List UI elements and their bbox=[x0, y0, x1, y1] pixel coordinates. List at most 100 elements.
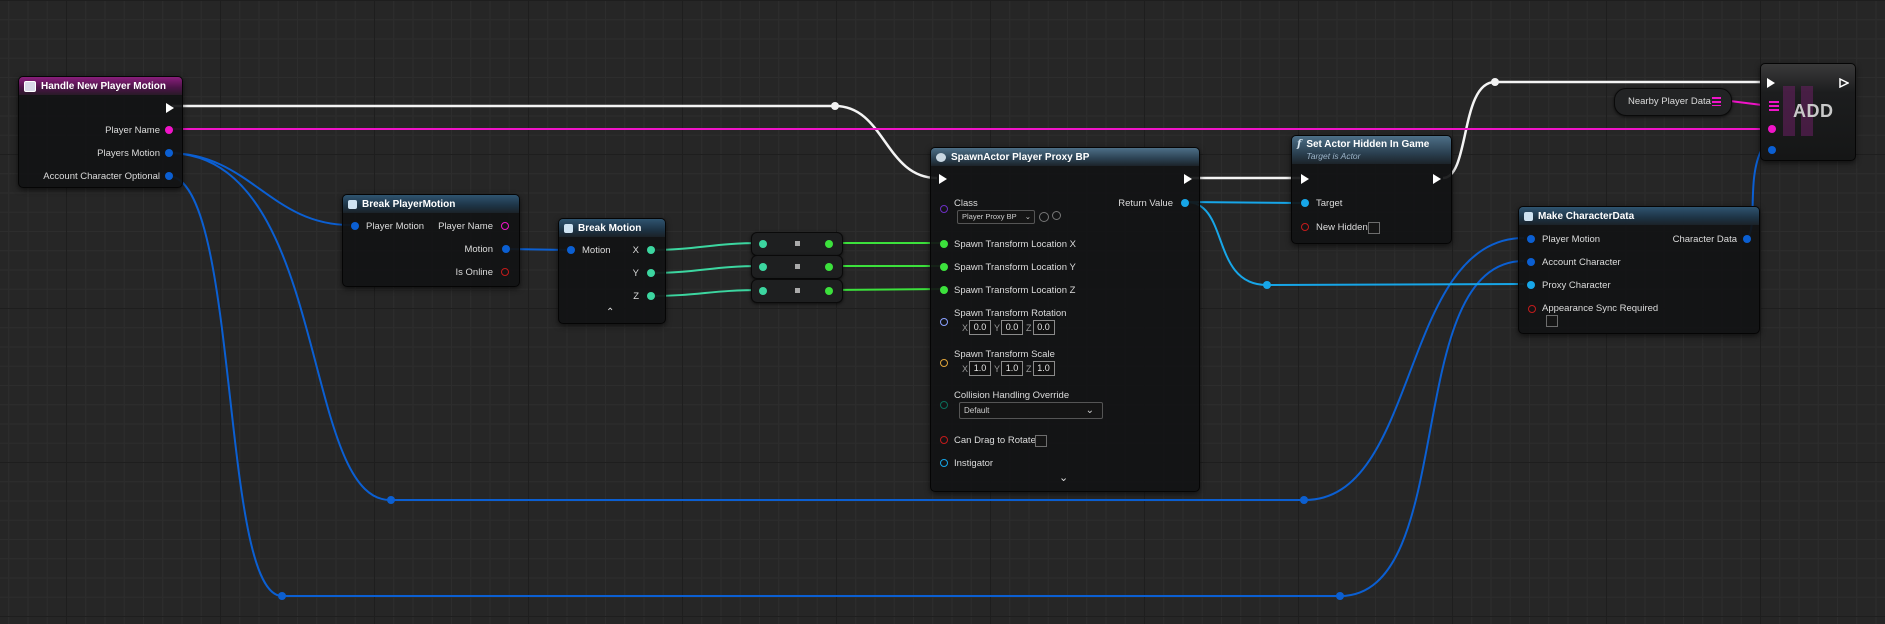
spawn-actor-icon bbox=[936, 152, 946, 162]
spawn-actor-node[interactable]: SpawnActor Player Proxy BP Class Player … bbox=[930, 147, 1200, 492]
can-drag-checkbox[interactable] bbox=[1035, 435, 1047, 447]
exec-output-pin[interactable] bbox=[1433, 174, 1441, 184]
motion-input-pin[interactable] bbox=[567, 246, 575, 254]
location-x-pin[interactable] bbox=[940, 240, 948, 248]
exec-reroute-knot[interactable] bbox=[1491, 78, 1499, 86]
reroute-knot[interactable] bbox=[1336, 592, 1344, 600]
new-hidden-checkbox[interactable] bbox=[1368, 222, 1380, 234]
collision-dropdown[interactable]: Default ⌄ bbox=[959, 402, 1103, 419]
player-motion-input-pin[interactable] bbox=[1527, 235, 1535, 243]
event-node-handle-new-player-motion[interactable]: Handle New Player Motion Player Name Pla… bbox=[18, 76, 183, 188]
collision-label: Collision Handling Override bbox=[954, 390, 1070, 401]
node-header[interactable]: Make CharacterData bbox=[1519, 207, 1759, 225]
can-drag-pin[interactable] bbox=[940, 436, 948, 444]
instigator-label: Instigator bbox=[954, 458, 994, 469]
class-input-pin[interactable] bbox=[940, 205, 948, 213]
is-online-output-pin[interactable] bbox=[501, 268, 509, 276]
array-icon[interactable] bbox=[1769, 101, 1779, 111]
location-y-pin[interactable] bbox=[940, 263, 948, 271]
proxy-character-input-pin[interactable] bbox=[1527, 281, 1535, 289]
scale-pin[interactable] bbox=[940, 359, 948, 367]
reroute-knot[interactable] bbox=[387, 496, 395, 504]
character-data-output-pin[interactable] bbox=[1743, 235, 1751, 243]
character-data-input-pin[interactable] bbox=[1768, 146, 1776, 154]
player-motion-input-pin[interactable] bbox=[351, 222, 359, 230]
exec-output-pin[interactable] bbox=[1839, 78, 1849, 88]
target-pin[interactable] bbox=[1301, 199, 1309, 207]
scale-z-field[interactable]: 1.0 bbox=[1032, 361, 1055, 376]
rotation-fields: X 0.0 Y 0.0 Z 0.0 bbox=[962, 320, 1058, 335]
break-motion-node[interactable]: Break Motion Motion X Y Z ⌃ bbox=[558, 218, 666, 324]
scale-x-field[interactable]: 1.0 bbox=[969, 361, 992, 376]
node-header[interactable]: SpawnActor Player Proxy BP bbox=[931, 148, 1199, 166]
conversion-node-z[interactable] bbox=[751, 279, 843, 303]
chevron-down-icon[interactable]: ⌄ bbox=[1059, 471, 1068, 484]
input-label: Player Motion bbox=[366, 221, 425, 232]
y-output-pin[interactable] bbox=[647, 269, 655, 277]
output-label: Motion bbox=[464, 244, 493, 255]
array-add-node[interactable]: ADD bbox=[1760, 63, 1856, 161]
player-name-output-pin[interactable] bbox=[501, 222, 509, 230]
conversion-output-pin[interactable] bbox=[825, 263, 833, 271]
location-z-pin[interactable] bbox=[940, 286, 948, 294]
browse-icon[interactable] bbox=[1039, 212, 1049, 222]
set-actor-hidden-node[interactable]: f Set Actor Hidden In Game Target is Act… bbox=[1291, 135, 1452, 244]
appearance-sync-checkbox[interactable] bbox=[1546, 315, 1558, 327]
input-label: Appearance Sync Required bbox=[1542, 303, 1659, 314]
new-hidden-pin[interactable] bbox=[1301, 223, 1309, 231]
chevron-up-icon[interactable]: ⌃ bbox=[606, 307, 614, 318]
input-label: Proxy Character bbox=[1542, 280, 1611, 291]
exec-reroute-knot[interactable] bbox=[831, 102, 839, 110]
return-value-pin[interactable] bbox=[1181, 199, 1189, 207]
motion-output-pin[interactable] bbox=[502, 245, 510, 253]
conversion-node-x[interactable] bbox=[751, 232, 843, 256]
nearby-player-data-getter[interactable]: Nearby Player Data bbox=[1614, 88, 1732, 116]
conversion-input-pin[interactable] bbox=[759, 263, 767, 271]
node-header[interactable]: f Set Actor Hidden In Game Target is Act… bbox=[1292, 136, 1451, 164]
item-input-pin[interactable] bbox=[1768, 125, 1776, 133]
instigator-pin[interactable] bbox=[940, 459, 948, 467]
class-label: Class bbox=[954, 198, 978, 209]
rotation-label: Spawn Transform Rotation bbox=[954, 308, 1067, 319]
array-icon[interactable] bbox=[1712, 97, 1721, 106]
node-header[interactable]: Break PlayerMotion bbox=[343, 195, 519, 213]
player-name-pin[interactable] bbox=[165, 126, 173, 134]
reroute-knot[interactable] bbox=[278, 592, 286, 600]
axis-x-label: X bbox=[962, 363, 969, 374]
conversion-output-pin[interactable] bbox=[825, 240, 833, 248]
exec-output-pin[interactable] bbox=[1184, 174, 1192, 184]
conversion-output-pin[interactable] bbox=[825, 287, 833, 295]
node-header[interactable]: Break Motion bbox=[559, 219, 665, 237]
output-label: X bbox=[632, 245, 639, 256]
return-value-label: Return Value bbox=[1118, 198, 1173, 209]
rotation-x-field[interactable]: 0.0 bbox=[969, 320, 992, 335]
graph-canvas[interactable]: Handle New Player Motion Player Name Pla… bbox=[0, 0, 1885, 624]
rotation-pin[interactable] bbox=[940, 318, 948, 326]
players-motion-pin[interactable] bbox=[165, 149, 173, 157]
break-player-motion-node[interactable]: Break PlayerMotion Player Motion Player … bbox=[342, 194, 520, 287]
class-dropdown[interactable]: Player Proxy BP ⌄ bbox=[957, 210, 1035, 224]
reroute-knot[interactable] bbox=[1300, 496, 1308, 504]
exec-input-pin[interactable] bbox=[1767, 78, 1775, 88]
x-output-pin[interactable] bbox=[647, 246, 655, 254]
rotation-y-field[interactable]: 0.0 bbox=[1001, 320, 1024, 335]
conversion-input-pin[interactable] bbox=[759, 240, 767, 248]
exec-output-pin[interactable] bbox=[166, 103, 174, 113]
node-header[interactable]: Handle New Player Motion bbox=[19, 77, 182, 95]
break-struct-icon bbox=[564, 223, 573, 233]
appearance-sync-pin[interactable] bbox=[1528, 305, 1536, 313]
account-character-pin[interactable] bbox=[165, 172, 173, 180]
output-label: Player Name bbox=[105, 125, 160, 136]
scale-y-field[interactable]: 1.0 bbox=[1001, 361, 1024, 376]
search-icon[interactable] bbox=[1052, 211, 1061, 220]
conversion-input-pin[interactable] bbox=[759, 287, 767, 295]
make-character-data-node[interactable]: Make CharacterData Player Motion Account… bbox=[1518, 206, 1760, 334]
collision-pin[interactable] bbox=[940, 401, 948, 409]
z-output-pin[interactable] bbox=[647, 292, 655, 300]
reroute-knot[interactable] bbox=[1263, 281, 1271, 289]
exec-input-pin[interactable] bbox=[1301, 174, 1309, 184]
rotation-z-field[interactable]: 0.0 bbox=[1032, 320, 1055, 335]
conversion-node-y[interactable] bbox=[751, 255, 843, 279]
exec-input-pin[interactable] bbox=[939, 174, 947, 184]
account-character-input-pin[interactable] bbox=[1527, 258, 1535, 266]
